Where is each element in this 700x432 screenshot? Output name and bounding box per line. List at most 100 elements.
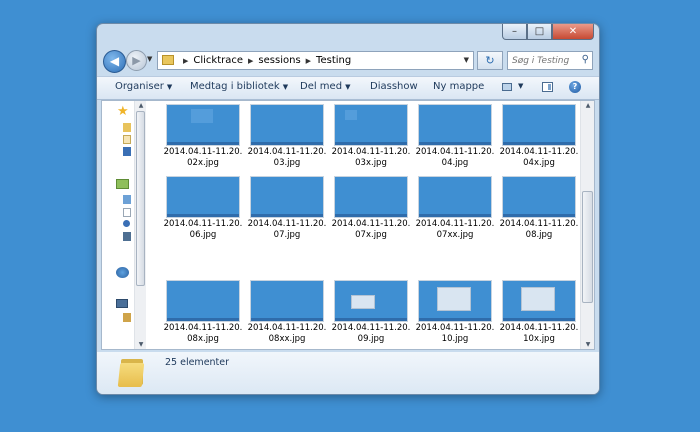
drive-icon[interactable] — [123, 313, 131, 322]
search-input[interactable] — [508, 52, 592, 69]
file-name-line: 04x.jpg — [523, 158, 555, 168]
breadcrumb-item-sessions[interactable]: sessions — [258, 55, 300, 66]
back-button[interactable]: ◀ — [103, 50, 126, 73]
file-name-line: 07x.jpg — [355, 230, 387, 240]
file-name-line: 08.jpg — [525, 230, 553, 240]
breadcrumb-item-clicktrace[interactable]: Clicktrace — [193, 55, 243, 66]
file-item[interactable]: 2014.04.11-11.20. 09.jpg — [332, 280, 410, 344]
folder-icon — [162, 55, 174, 65]
file-name: 2014.04.11-11.20. 04x.jpg — [496, 147, 580, 169]
file-thumbnail[interactable] — [334, 176, 408, 218]
file-thumbnail[interactable] — [166, 280, 240, 322]
view-icon[interactable] — [502, 83, 512, 91]
file-thumbnail[interactable] — [418, 104, 492, 146]
file-name-line: 10x.jpg — [523, 334, 555, 344]
breadcrumb-separator[interactable]: ▶ — [248, 57, 253, 65]
file-item[interactable]: 2014.04.11-11.20. 08xx.jpg — [248, 280, 326, 344]
computer-icon[interactable] — [116, 299, 128, 308]
file-item[interactable]: 2014.04.11-11.20. 03x.jpg — [332, 104, 410, 168]
file-thumbnail[interactable] — [418, 176, 492, 218]
close-button[interactable]: ✕ — [552, 24, 594, 40]
organise-menu[interactable]: Organiser ▼ — [115, 81, 172, 92]
scrollbar-thumb[interactable] — [582, 191, 593, 303]
file-thumbnail[interactable] — [166, 104, 240, 146]
scroll-up-arrow[interactable]: ▲ — [136, 102, 146, 109]
file-item[interactable]: 2014.04.11-11.20. 10.jpg — [416, 280, 494, 344]
file-name-line: 2014.04.11-11.20. — [415, 219, 495, 229]
file-name-line: 2014.04.11-11.20. — [163, 147, 243, 157]
pictures-icon[interactable] — [123, 195, 131, 204]
file-item[interactable]: 2014.04.11-11.20. 08x.jpg — [164, 280, 242, 344]
scrollbar-thumb[interactable] — [136, 111, 145, 286]
file-name: 2014.04.11-11.20. 07x.jpg — [328, 219, 414, 241]
file-item[interactable]: 2014.04.11-11.20. 07.jpg — [248, 176, 326, 240]
file-thumbnail[interactable] — [502, 104, 576, 146]
file-name: 2014.04.11-11.20. 03.jpg — [244, 147, 330, 169]
file-name-line: 2014.04.11-11.20. — [499, 147, 579, 157]
file-name-line: 2014.04.11-11.20. — [163, 323, 243, 333]
folder-icon[interactable] — [123, 123, 131, 132]
scroll-up-arrow[interactable]: ▲ — [583, 102, 593, 109]
file-name: 2014.04.11-11.20. 08xx.jpg — [244, 323, 330, 345]
file-item[interactable]: 2014.04.11-11.20. 10x.jpg — [500, 280, 578, 344]
document-icon[interactable] — [123, 135, 131, 144]
file-name-line: 07.jpg — [273, 230, 301, 240]
search-box[interactable]: ⚲ — [507, 51, 593, 70]
document-icon[interactable] — [123, 208, 131, 217]
videos-icon[interactable] — [123, 232, 131, 241]
scroll-down-arrow[interactable]: ▼ — [136, 341, 146, 348]
file-item[interactable]: 2014.04.11-11.20. 02x.jpg — [164, 104, 242, 168]
address-bar[interactable]: ▶ Clicktrace ▶ sessions ▶ Testing ▼ — [157, 51, 474, 70]
file-item[interactable]: 2014.04.11-11.20. 06.jpg — [164, 176, 242, 240]
file-thumbnail[interactable] — [502, 176, 576, 218]
help-icon[interactable]: ? — [569, 81, 581, 93]
command-bar: Organiser ▼ Medtag i bibliotek ▼ Del med ▼ … — [97, 76, 599, 100]
new-folder-button[interactable]: Ny mappe — [433, 81, 484, 92]
scroll-down-arrow[interactable]: ▼ — [583, 341, 593, 348]
file-item[interactable]: 2014.04.11-11.20. 03.jpg — [248, 104, 326, 168]
breadcrumb-separator[interactable]: ▶ — [183, 57, 188, 65]
recent-pages-dropdown[interactable]: ▼ — [147, 55, 152, 63]
breadcrumb-separator[interactable]: ▶ — [306, 57, 311, 65]
star-icon[interactable]: ★ — [117, 105, 129, 118]
share-with-menu[interactable]: Del med ▼ — [300, 81, 350, 92]
file-list-scrollbar[interactable]: ▲ ▼ — [580, 101, 594, 349]
breadcrumb: ▶ Clicktrace ▶ sessions ▶ Testing — [178, 52, 351, 70]
forward-button[interactable]: ▶ — [126, 50, 147, 71]
explorer-window: – □ ✕ ◀ ▶ ▼ ▶ Clicktrace ▶ sessions ▶ Testing… — [96, 23, 600, 395]
maximize-button[interactable]: □ — [527, 24, 552, 40]
preview-pane-icon[interactable] — [542, 82, 553, 92]
file-item[interactable]: 2014.04.11-11.20. 07xx.jpg — [416, 176, 494, 240]
search-icon[interactable]: ⚲ — [582, 54, 589, 65]
file-item[interactable]: 2014.04.11-11.20. 08.jpg — [500, 176, 578, 240]
file-thumbnail[interactable] — [250, 280, 324, 322]
file-thumbnail[interactable] — [250, 104, 324, 146]
file-thumbnail[interactable] — [250, 176, 324, 218]
file-item[interactable]: 2014.04.11-11.20. 04x.jpg — [500, 104, 578, 168]
file-thumbnail[interactable] — [334, 104, 408, 146]
file-name-line: 2014.04.11-11.20. — [499, 323, 579, 333]
file-name: 2014.04.11-11.20. 02x.jpg — [160, 147, 246, 169]
breadcrumb-item-testing[interactable]: Testing — [316, 55, 351, 66]
file-name: 2014.04.11-11.20. 06.jpg — [160, 219, 246, 241]
navigation-scrollbar[interactable]: ▲ ▼ — [134, 101, 146, 349]
refresh-button[interactable]: ↻ — [477, 51, 503, 70]
file-item[interactable]: 2014.04.11-11.20. 07x.jpg — [332, 176, 410, 240]
file-thumbnail[interactable] — [418, 280, 492, 322]
file-thumbnail[interactable] — [502, 280, 576, 322]
include-in-library-menu[interactable]: Medtag i bibliotek ▼ — [190, 81, 288, 92]
file-item[interactable]: 2014.04.11-11.20. 04.jpg — [416, 104, 494, 168]
file-thumbnail[interactable] — [166, 176, 240, 218]
file-name: 2014.04.11-11.20. 10.jpg — [412, 323, 498, 345]
file-list: 2014.04.11-11.20. 02x.jpg 2014.04.11-11.20… — [148, 101, 580, 349]
minimize-button[interactable]: – — [502, 24, 527, 40]
view-dropdown[interactable]: ▼ — [518, 82, 523, 90]
library-icon[interactable] — [116, 179, 129, 189]
music-icon[interactable] — [123, 220, 130, 227]
network-icon[interactable] — [116, 267, 129, 278]
address-dropdown[interactable]: ▼ — [464, 52, 469, 69]
file-thumbnail[interactable] — [334, 280, 408, 322]
slideshow-button[interactable]: Diasshow — [370, 81, 418, 92]
desktop-icon[interactable] — [123, 147, 131, 156]
title-bar[interactable]: – □ ✕ — [97, 24, 599, 46]
